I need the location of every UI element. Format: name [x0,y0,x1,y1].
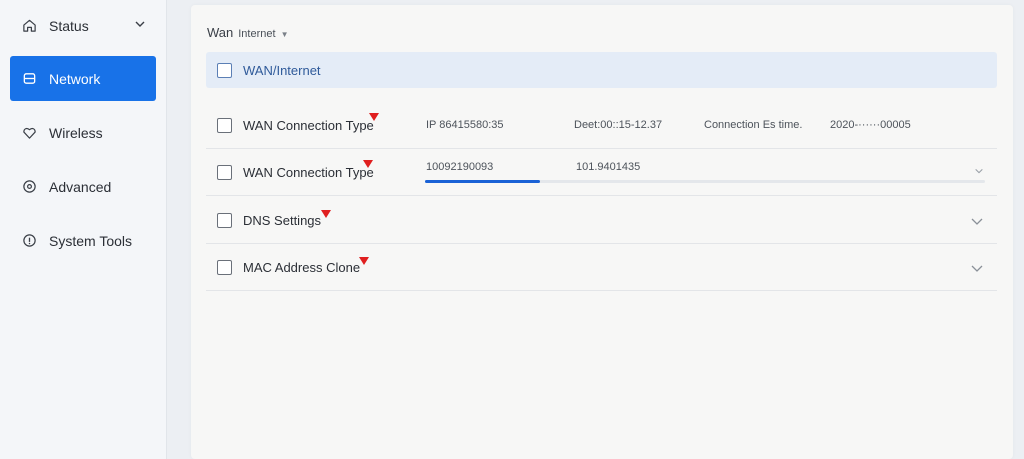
value-b: 101.9401435 [576,161,641,173]
section-header: WAN/Internet [206,52,997,88]
row-checkbox[interactable] [217,164,232,180]
sidebar-item-system-tools[interactable]: System Tools [10,218,156,263]
home-icon [21,18,37,34]
flag-icon [369,113,379,121]
chevron-down-icon[interactable] [970,214,984,228]
value-a: 10092190093 [426,161,494,173]
advanced-icon [21,179,37,195]
connection-value: 2020-······00005 [830,119,911,131]
ip-value: IP 86415580:35 [426,119,504,131]
list-item[interactable]: MAC Address Clone [206,244,997,291]
caret-down-icon: ▼ [280,30,289,39]
row-label: MAC Address Clone [243,259,361,275]
main-panel: Wan Internet ▼ WAN/Internet WAN Connecti… [191,5,1013,459]
connection-label: Connection Es time. [704,119,803,131]
sidebar-item-label: Advanced [49,178,112,195]
sidebar: Status Network Wireless Advanced System … [0,0,167,459]
sidebar-item-label: Network [49,70,101,87]
flag-icon [321,210,331,218]
wireless-icon [21,125,37,141]
network-icon [21,71,37,87]
row-label: WAN Connection Type [243,117,374,133]
chevron-down-icon[interactable] [970,261,984,275]
row-checkbox[interactable] [217,259,232,275]
progress-fill [425,180,540,183]
sidebar-item-advanced[interactable]: Advanced [10,164,156,209]
row-label: WAN Connection Type [243,164,374,180]
system-tools-icon [21,233,37,249]
sidebar-item-label: Status [49,17,89,34]
breadcrumb-sub: Internet [238,28,276,40]
section-checkbox[interactable] [217,62,232,78]
detail-value: Deet:00::15-12.37 [574,119,663,131]
list-item[interactable]: WAN Connection Type 10092190093 101.9401… [206,149,997,196]
sidebar-item-status[interactable]: Status [10,3,156,48]
flag-icon [363,160,373,168]
list-item[interactable]: DNS Settings [206,197,997,244]
sidebar-item-label: System Tools [49,232,132,249]
list-item[interactable]: WAN Connection Type IP 86415580:35 Deet:… [206,102,997,149]
row-checkbox[interactable] [217,117,232,133]
row-label: DNS Settings [243,212,322,228]
chevron-down-icon[interactable] [134,18,146,30]
sidebar-item-network[interactable]: Network [10,56,156,101]
breadcrumb-main: Wan [207,25,234,40]
chevron-down-icon[interactable] [974,166,984,176]
breadcrumb[interactable]: Wan Internet ▼ [207,25,288,40]
flag-icon [359,257,369,265]
section-title: WAN/Internet [243,62,321,78]
row-checkbox[interactable] [217,212,232,228]
progress-bar [425,180,985,183]
sidebar-item-label: Wireless [49,124,103,141]
sidebar-item-wireless[interactable]: Wireless [10,110,156,155]
